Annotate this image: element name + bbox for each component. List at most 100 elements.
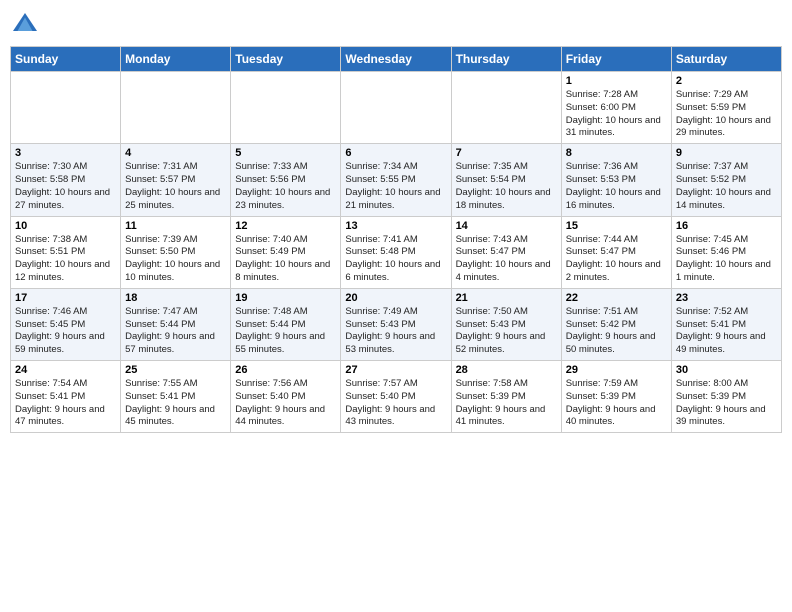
- day-number: 12: [235, 220, 336, 232]
- calendar-cell: 7 Sunrise: 7:35 AM Sunset: 5:54 PM Daylig…: [451, 144, 561, 216]
- calendar-cell: 5 Sunrise: 7:33 AM Sunset: 5:56 PM Daylig…: [231, 144, 341, 216]
- day-info: Sunrise: 7:44 AM Sunset: 5:47 PM Dayligh…: [566, 234, 667, 285]
- day-number: 10: [15, 220, 116, 232]
- calendar-table: SundayMondayTuesdayWednesdayThursdayFrid…: [10, 46, 782, 433]
- calendar-cell: 10 Sunrise: 7:38 AM Sunset: 5:51 PM Dayli…: [11, 216, 121, 288]
- day-number: 14: [456, 220, 557, 232]
- calendar-cell: 15 Sunrise: 7:44 AM Sunset: 5:47 PM Dayli…: [561, 216, 671, 288]
- calendar-week-row: 3 Sunrise: 7:30 AM Sunset: 5:58 PM Daylig…: [11, 144, 782, 216]
- weekday-header: Saturday: [671, 47, 781, 72]
- day-info: Sunrise: 7:35 AM Sunset: 5:54 PM Dayligh…: [456, 161, 557, 212]
- day-number: 17: [15, 292, 116, 304]
- calendar-cell: 17 Sunrise: 7:46 AM Sunset: 5:45 PM Dayli…: [11, 288, 121, 360]
- day-number: 13: [345, 220, 446, 232]
- day-info: Sunrise: 7:50 AM Sunset: 5:43 PM Dayligh…: [456, 306, 557, 357]
- day-info: Sunrise: 7:33 AM Sunset: 5:56 PM Dayligh…: [235, 161, 336, 212]
- day-info: Sunrise: 7:46 AM Sunset: 5:45 PM Dayligh…: [15, 306, 116, 357]
- day-number: 8: [566, 147, 667, 159]
- day-info: Sunrise: 7:59 AM Sunset: 5:39 PM Dayligh…: [566, 378, 667, 429]
- weekday-header-row: SundayMondayTuesdayWednesdayThursdayFrid…: [11, 47, 782, 72]
- calendar-cell: 13 Sunrise: 7:41 AM Sunset: 5:48 PM Dayli…: [341, 216, 451, 288]
- calendar-cell: 19Sunrise: 7:48 AM Sunset: 5:44 PM Dayli…: [231, 288, 341, 360]
- day-info: Sunrise: 7:52 AM Sunset: 5:41 PM Dayligh…: [676, 306, 777, 357]
- calendar-cell: 3 Sunrise: 7:30 AM Sunset: 5:58 PM Daylig…: [11, 144, 121, 216]
- day-number: 3: [15, 147, 116, 159]
- calendar-cell: [11, 72, 121, 144]
- logo: [10, 10, 44, 40]
- calendar-week-row: 10 Sunrise: 7:38 AM Sunset: 5:51 PM Dayli…: [11, 216, 782, 288]
- logo-icon: [10, 10, 40, 40]
- day-info: Sunrise: 7:45 AM Sunset: 5:46 PM Dayligh…: [676, 234, 777, 285]
- day-number: 2: [676, 75, 777, 87]
- calendar-cell: 29Sunrise: 7:59 AM Sunset: 5:39 PM Dayli…: [561, 361, 671, 433]
- day-info: Sunrise: 7:38 AM Sunset: 5:51 PM Dayligh…: [15, 234, 116, 285]
- calendar-cell: 14 Sunrise: 7:43 AM Sunset: 5:47 PM Dayli…: [451, 216, 561, 288]
- day-info: Sunrise: 7:57 AM Sunset: 5:40 PM Dayligh…: [345, 378, 446, 429]
- day-number: 21: [456, 292, 557, 304]
- weekday-header: Monday: [121, 47, 231, 72]
- day-number: 27: [345, 364, 446, 376]
- calendar-cell: 28 Sunrise: 7:58 AM Sunset: 5:39 PM Dayli…: [451, 361, 561, 433]
- day-number: 24: [15, 364, 116, 376]
- calendar-cell: 12 Sunrise: 7:40 AM Sunset: 5:49 PM Dayli…: [231, 216, 341, 288]
- calendar-cell: 16 Sunrise: 7:45 AM Sunset: 5:46 PM Dayli…: [671, 216, 781, 288]
- day-number: 28: [456, 364, 557, 376]
- day-info: Sunrise: 8:00 AM Sunset: 5:39 PM Dayligh…: [676, 378, 777, 429]
- weekday-header: Tuesday: [231, 47, 341, 72]
- day-info: Sunrise: 7:51 AM Sunset: 5:42 PM Dayligh…: [566, 306, 667, 357]
- day-info: Sunrise: 7:41 AM Sunset: 5:48 PM Dayligh…: [345, 234, 446, 285]
- calendar-cell: 23 Sunrise: 7:52 AM Sunset: 5:41 PM Dayli…: [671, 288, 781, 360]
- calendar-cell: 26 Sunrise: 7:56 AM Sunset: 5:40 PM Dayli…: [231, 361, 341, 433]
- day-number: 5: [235, 147, 336, 159]
- calendar-cell: 11 Sunrise: 7:39 AM Sunset: 5:50 PM Dayli…: [121, 216, 231, 288]
- day-number: 4: [125, 147, 226, 159]
- calendar-cell: 4 Sunrise: 7:31 AM Sunset: 5:57 PM Daylig…: [121, 144, 231, 216]
- day-number: 30: [676, 364, 777, 376]
- calendar-cell: 25 Sunrise: 7:55 AM Sunset: 5:41 PM Dayli…: [121, 361, 231, 433]
- calendar-cell: 22 Sunrise: 7:51 AM Sunset: 5:42 PM Dayli…: [561, 288, 671, 360]
- page-header: [10, 10, 782, 40]
- day-number: 20: [345, 292, 446, 304]
- day-number: 6: [345, 147, 446, 159]
- day-info: Sunrise: 7:56 AM Sunset: 5:40 PM Dayligh…: [235, 378, 336, 429]
- calendar-cell: [451, 72, 561, 144]
- day-number: 11: [125, 220, 226, 232]
- day-number: 18: [125, 292, 226, 304]
- day-number: 16: [676, 220, 777, 232]
- day-info: Sunrise: 7:49 AM Sunset: 5:43 PM Dayligh…: [345, 306, 446, 357]
- weekday-header: Sunday: [11, 47, 121, 72]
- calendar-cell: 1 Sunrise: 7:28 AM Sunset: 6:00 PM Daylig…: [561, 72, 671, 144]
- calendar-cell: 27 Sunrise: 7:57 AM Sunset: 5:40 PM Dayli…: [341, 361, 451, 433]
- day-info: Sunrise: 7:40 AM Sunset: 5:49 PM Dayligh…: [235, 234, 336, 285]
- day-info: Sunrise: 7:36 AM Sunset: 5:53 PM Dayligh…: [566, 161, 667, 212]
- day-number: 23: [676, 292, 777, 304]
- day-number: 1: [566, 75, 667, 87]
- calendar-week-row: 1 Sunrise: 7:28 AM Sunset: 6:00 PM Daylig…: [11, 72, 782, 144]
- day-number: 9: [676, 147, 777, 159]
- calendar-week-row: 17 Sunrise: 7:46 AM Sunset: 5:45 PM Dayli…: [11, 288, 782, 360]
- day-info: Sunrise: 7:31 AM Sunset: 5:57 PM Dayligh…: [125, 161, 226, 212]
- day-info: Sunrise: 7:54 AM Sunset: 5:41 PM Dayligh…: [15, 378, 116, 429]
- day-number: 22: [566, 292, 667, 304]
- weekday-header: Friday: [561, 47, 671, 72]
- day-info: Sunrise: 7:55 AM Sunset: 5:41 PM Dayligh…: [125, 378, 226, 429]
- day-info: Sunrise: 7:39 AM Sunset: 5:50 PM Dayligh…: [125, 234, 226, 285]
- calendar-cell: 8 Sunrise: 7:36 AM Sunset: 5:53 PM Daylig…: [561, 144, 671, 216]
- day-info: Sunrise: 7:58 AM Sunset: 5:39 PM Dayligh…: [456, 378, 557, 429]
- calendar-week-row: 24 Sunrise: 7:54 AM Sunset: 5:41 PM Dayli…: [11, 361, 782, 433]
- day-number: 26: [235, 364, 336, 376]
- weekday-header: Thursday: [451, 47, 561, 72]
- day-info: Sunrise: 7:29 AM Sunset: 5:59 PM Dayligh…: [676, 89, 777, 140]
- day-number: 15: [566, 220, 667, 232]
- calendar-cell: [341, 72, 451, 144]
- day-number: 7: [456, 147, 557, 159]
- day-info: Sunrise: 7:30 AM Sunset: 5:58 PM Dayligh…: [15, 161, 116, 212]
- day-number: 25: [125, 364, 226, 376]
- day-info: Sunrise: 7:43 AM Sunset: 5:47 PM Dayligh…: [456, 234, 557, 285]
- calendar-cell: 2 Sunrise: 7:29 AM Sunset: 5:59 PM Daylig…: [671, 72, 781, 144]
- day-info: Sunrise: 7:28 AM Sunset: 6:00 PM Dayligh…: [566, 89, 667, 140]
- calendar-cell: 20 Sunrise: 7:49 AM Sunset: 5:43 PM Dayli…: [341, 288, 451, 360]
- day-info: Sunrise: 7:47 AM Sunset: 5:44 PM Dayligh…: [125, 306, 226, 357]
- calendar-cell: 21 Sunrise: 7:50 AM Sunset: 5:43 PM Dayli…: [451, 288, 561, 360]
- calendar-cell: 30 Sunrise: 8:00 AM Sunset: 5:39 PM Dayli…: [671, 361, 781, 433]
